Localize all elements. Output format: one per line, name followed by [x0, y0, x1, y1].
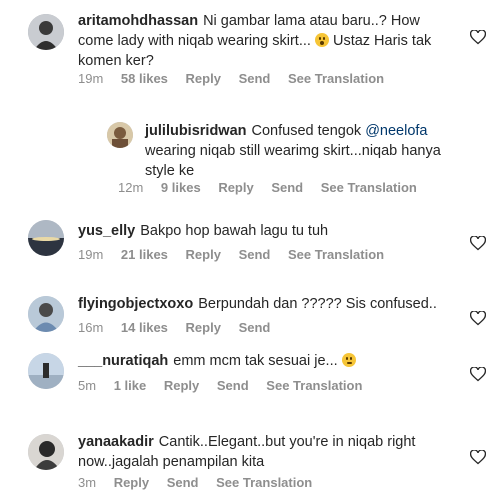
comment-text: aritamohdhassan Ni gambar lama atau baru.…	[78, 13, 432, 69]
comment: ___nuratiqah emm mcm tak sesuai je... 5m …	[0, 345, 500, 405]
username[interactable]: flyingobjectxoxo	[78, 296, 193, 312]
comment-text: yanaakadir Cantik..Elegant..but you're in…	[78, 434, 416, 470]
mention-link[interactable]: @neelofa	[365, 123, 427, 139]
astonished-face-icon	[314, 33, 329, 47]
reply-button[interactable]: Reply	[164, 378, 199, 393]
send-button[interactable]: Send	[239, 71, 271, 86]
comment: flyingobjectxoxo Berpundah dan ????? Sis …	[0, 283, 500, 343]
avatar[interactable]	[28, 353, 64, 389]
comment: yus_elly Bakpo hop bawah lagu tu tuh 19m …	[0, 210, 500, 270]
see-translation-button[interactable]: See Translation	[266, 378, 362, 393]
username[interactable]: ___nuratiqah	[78, 353, 168, 369]
comment-meta: 19m 21 likes Reply Send See Translation	[78, 247, 385, 262]
see-translation-button[interactable]: See Translation	[288, 71, 384, 86]
username[interactable]: julilubisridwan	[145, 123, 247, 139]
likes-count[interactable]: 1 like	[114, 378, 147, 393]
avatar[interactable]	[28, 220, 64, 256]
see-translation-button[interactable]: See Translation	[216, 475, 312, 490]
avatar[interactable]	[28, 434, 64, 470]
send-button[interactable]: Send	[239, 247, 271, 262]
comment: aritamohdhassan Ni gambar lama atau baru.…	[0, 0, 500, 100]
heart-outline-icon[interactable]	[470, 311, 486, 326]
username[interactable]: yus_elly	[78, 223, 135, 239]
likes-count[interactable]: 14 likes	[121, 320, 168, 335]
likes-count[interactable]: 58 likes	[121, 71, 168, 86]
heart-outline-icon[interactable]	[470, 30, 486, 45]
see-translation-button[interactable]: See Translation	[288, 247, 384, 262]
comment-text: yus_elly Bakpo hop bawah lagu tu tuh	[78, 223, 329, 239]
comment-meta: 5m 1 like Reply Send See Translation	[78, 378, 363, 393]
reply-button[interactable]: Reply	[186, 320, 221, 335]
comment-meta: 19m 58 likes Reply Send See Translation	[78, 71, 385, 86]
comment-meta: 12m 9 likes Reply Send See Translation	[118, 180, 417, 195]
username[interactable]: aritamohdhassan	[78, 13, 198, 29]
avatar[interactable]	[28, 296, 64, 332]
crying-face-icon	[341, 353, 356, 367]
comment-meta: 16m 14 likes Reply Send	[78, 320, 271, 335]
likes-count[interactable]: 21 likes	[121, 247, 168, 262]
heart-outline-icon[interactable]	[470, 367, 486, 382]
send-button[interactable]: Send	[217, 378, 249, 393]
avatar[interactable]	[107, 122, 133, 148]
heart-outline-icon[interactable]	[470, 236, 486, 251]
reply-button[interactable]: Reply	[186, 247, 221, 262]
send-button[interactable]: Send	[239, 320, 271, 335]
heart-outline-icon[interactable]	[470, 450, 486, 465]
likes-count[interactable]: 9 likes	[161, 180, 201, 195]
reply-button[interactable]: Reply	[186, 71, 221, 86]
comment-meta: 3m Reply Send See Translation	[78, 475, 313, 490]
reply-button[interactable]: Reply	[218, 180, 253, 195]
comment-text: flyingobjectxoxo Berpundah dan ????? Sis …	[78, 296, 437, 312]
send-button[interactable]: Send	[271, 180, 303, 195]
comment-text: ___nuratiqah emm mcm tak sesuai je...	[78, 351, 438, 371]
comment: yanaakadir Cantik..Elegant..but you're in…	[0, 420, 500, 499]
username[interactable]: yanaakadir	[78, 434, 154, 450]
comment-text: julilubisridwan Confused tengok @neelofa …	[145, 123, 441, 179]
comment-reply: julilubisridwan Confused tengok @neelofa …	[0, 105, 500, 200]
see-translation-button[interactable]: See Translation	[321, 180, 417, 195]
send-button[interactable]: Send	[167, 475, 199, 490]
avatar[interactable]	[28, 14, 64, 50]
reply-button[interactable]: Reply	[114, 475, 149, 490]
